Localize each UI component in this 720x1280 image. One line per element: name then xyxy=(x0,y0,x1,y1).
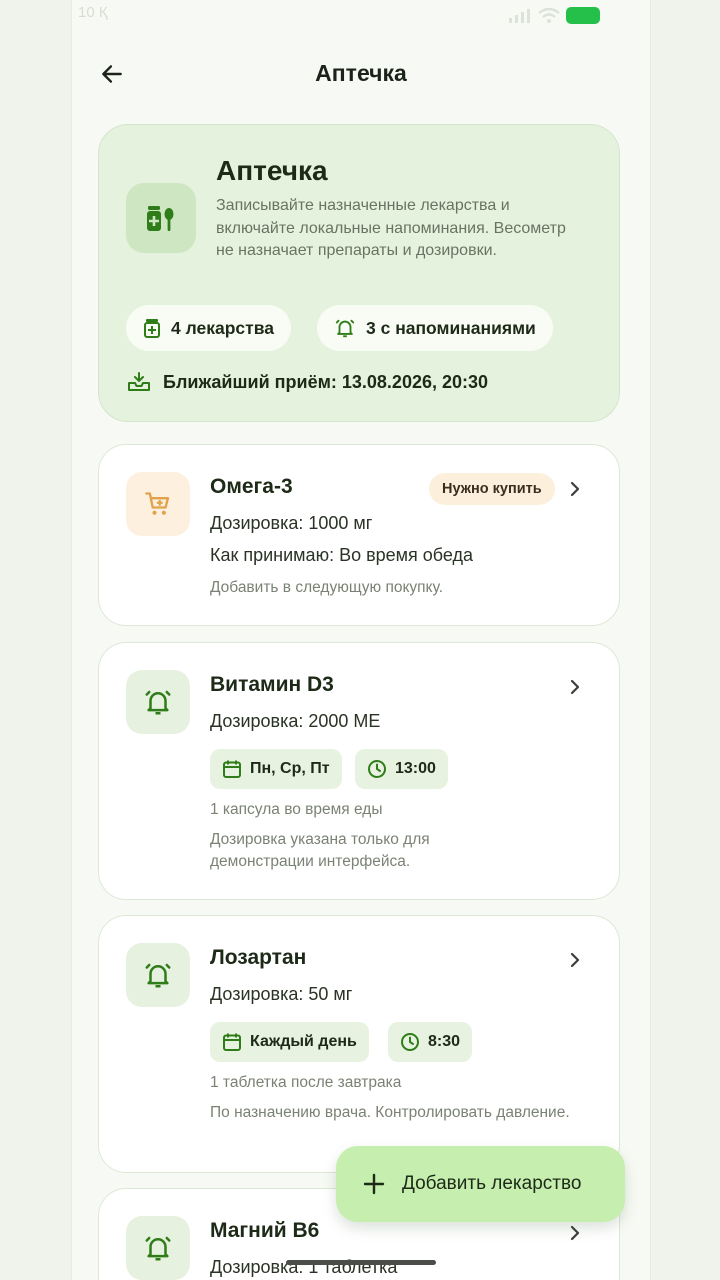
need-to-buy-badge: Нужно купить xyxy=(429,473,555,505)
status-time: 10 Қ xyxy=(78,4,108,21)
status-bar: 10 Қ xyxy=(72,0,650,34)
alarm-bell-icon xyxy=(126,943,190,1007)
medication-note: Дозировка указана только для демонстраци… xyxy=(210,831,430,870)
schedule-time-label: 8:30 xyxy=(428,1033,461,1050)
medication-instruction: 1 таблетка после завтрака xyxy=(210,1074,402,1091)
battery-icon xyxy=(566,7,600,24)
medication-instruction: 1 капсула во время еды xyxy=(210,801,383,818)
page-title: Аптечка xyxy=(315,60,407,86)
plus-icon xyxy=(363,1173,385,1195)
calendar-icon xyxy=(223,1033,241,1051)
schedule-time-label: 13:00 xyxy=(395,760,436,777)
medication-name: Лозартан xyxy=(210,946,307,969)
medication-dosage: Дозировка: 2000 МЕ xyxy=(210,711,381,731)
medication-note: По назначению врача. Контролировать давл… xyxy=(210,1104,570,1121)
status-icons xyxy=(508,7,600,24)
medication-card[interactable]: Лозартан Дозировка: 50 мг Каждый день 8:… xyxy=(98,915,620,1173)
schedule-days-chip: Каждый день xyxy=(210,1022,369,1062)
clock-icon xyxy=(401,1033,419,1051)
add-medication-button[interactable]: Добавить лекарство xyxy=(336,1146,625,1222)
alarm-bell-icon xyxy=(126,1216,190,1280)
home-indicator xyxy=(286,1260,436,1265)
reminders-count-label: 3 с напоминаниями xyxy=(366,317,536,338)
schedule-days-chip: Пн, Ср, Пт xyxy=(210,749,342,789)
shopping-cart-icon xyxy=(126,472,190,536)
medication-dosage: Дозировка: 1000 мг xyxy=(210,513,373,533)
medication-card[interactable]: Омега-3 Нужно купить Дозировка: 1000 мг … xyxy=(98,444,620,626)
medication-card[interactable]: Витамин D3 Дозировка: 2000 МЕ Пн, Ср, Пт… xyxy=(98,642,620,900)
schedule-time-chip: 13:00 xyxy=(355,749,448,789)
summary-title: Аптечка xyxy=(216,155,328,186)
top-app-bar: Аптечка xyxy=(72,46,650,102)
schedule-days-label: Пн, Ср, Пт xyxy=(250,760,330,777)
medication-dosage: Дозировка: 50 мг xyxy=(210,984,353,1004)
reminders-count-pill: 3 с напоминаниями xyxy=(317,305,553,351)
medicine-kit-icon xyxy=(126,183,196,253)
chevron-right-icon xyxy=(570,481,580,497)
schedule-time-chip: 8:30 xyxy=(388,1022,473,1062)
medications-count-label: 4 лекарства xyxy=(171,317,274,338)
inbox-icon xyxy=(128,372,150,391)
schedule-days-label: Каждый день xyxy=(250,1033,357,1050)
chevron-right-icon xyxy=(570,1225,580,1241)
medications-count-pill: 4 лекарства xyxy=(126,305,291,351)
wifi-icon xyxy=(538,7,560,23)
medication-name: Витамин D3 xyxy=(210,673,334,696)
alarm-bell-icon xyxy=(126,670,190,734)
add-medication-label: Добавить лекарство xyxy=(402,1173,582,1194)
summary-card: Аптечка Записывайте назначенные лекарств… xyxy=(98,124,620,422)
clock-icon xyxy=(368,760,386,778)
summary-description: Записывайте назначенные лекарства и вклю… xyxy=(216,197,566,259)
pill-bottle-icon xyxy=(144,319,160,338)
medication-how-to-take: Как принимаю: Во время обеда xyxy=(210,545,474,565)
calendar-icon xyxy=(223,760,241,778)
next-dose: Ближайший приём: 13.08.2026, 20:30 xyxy=(127,371,488,393)
chevron-right-icon xyxy=(570,679,580,695)
chevron-right-icon xyxy=(570,952,580,968)
medication-note: Добавить в следующую покупку. xyxy=(210,579,444,596)
medication-name: Магний B6 xyxy=(210,1219,320,1242)
next-dose-label: Ближайший приём: 13.08.2026, 20:30 xyxy=(163,371,489,392)
alarm-bell-icon xyxy=(335,319,355,338)
signal-icon xyxy=(509,8,530,23)
screen: 10 Қ Аптечка Аптечка Записывайте назначе… xyxy=(72,0,650,1280)
medication-name: Омега-3 xyxy=(210,475,293,498)
